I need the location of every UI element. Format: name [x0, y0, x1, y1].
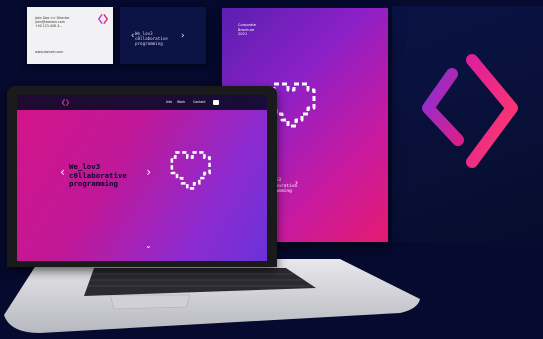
- nav-logo-icon[interactable]: [61, 98, 70, 107]
- close-bracket-icon: ›: [180, 31, 186, 41]
- large-brand-logo-icon: [422, 54, 518, 168]
- nav-link-work[interactable]: Work: [177, 100, 185, 104]
- card-contact-info: John Doe >> Director john@domain.com +00…: [35, 16, 69, 29]
- hero-tagline: We_lov3 c0llaborative programming: [69, 162, 127, 189]
- laptop-keyboard: [84, 268, 316, 296]
- pixel-heart-icon: [170, 151, 211, 190]
- hero-close-bracket-icon: ›: [145, 165, 153, 179]
- hero-open-bracket-icon: ‹: [59, 165, 67, 179]
- nav-link-contact[interactable]: Contact: [193, 100, 205, 104]
- brand-mockup-scene: John Doe >> Director john@domain.com +00…: [0, 0, 543, 339]
- presentation-title-line: 2021: [238, 32, 248, 37]
- dark-card-tagline: We_lov3 c0llaborative programming: [135, 31, 168, 46]
- nav-link-info[interactable]: Info: [166, 100, 172, 104]
- website-nav-bar: Info Work Contact: [17, 95, 267, 110]
- scroll-down-chevron-icon[interactable]: ⌄: [145, 241, 152, 250]
- business-card-white: John Doe >> Director john@domain.com +00…: [27, 7, 113, 64]
- close-bracket-icon: ›: [294, 178, 299, 187]
- card-contact-phone: +00 123-456 4...: [35, 24, 63, 29]
- presentation-title-line: Corporate: [238, 23, 256, 27]
- business-card-dark: ‹ We_lov3 c0llaborative programming ›: [120, 7, 206, 64]
- card-website: www.domain.com: [35, 50, 64, 54]
- laptop-screen: Info Work Contact ‹ We_lov3 c0llaborativ…: [17, 95, 267, 261]
- brand-logo-icon: [97, 14, 109, 24]
- presentation-title: Corporate Brochure 2021: [238, 23, 256, 37]
- menu-icon[interactable]: [213, 99, 219, 106]
